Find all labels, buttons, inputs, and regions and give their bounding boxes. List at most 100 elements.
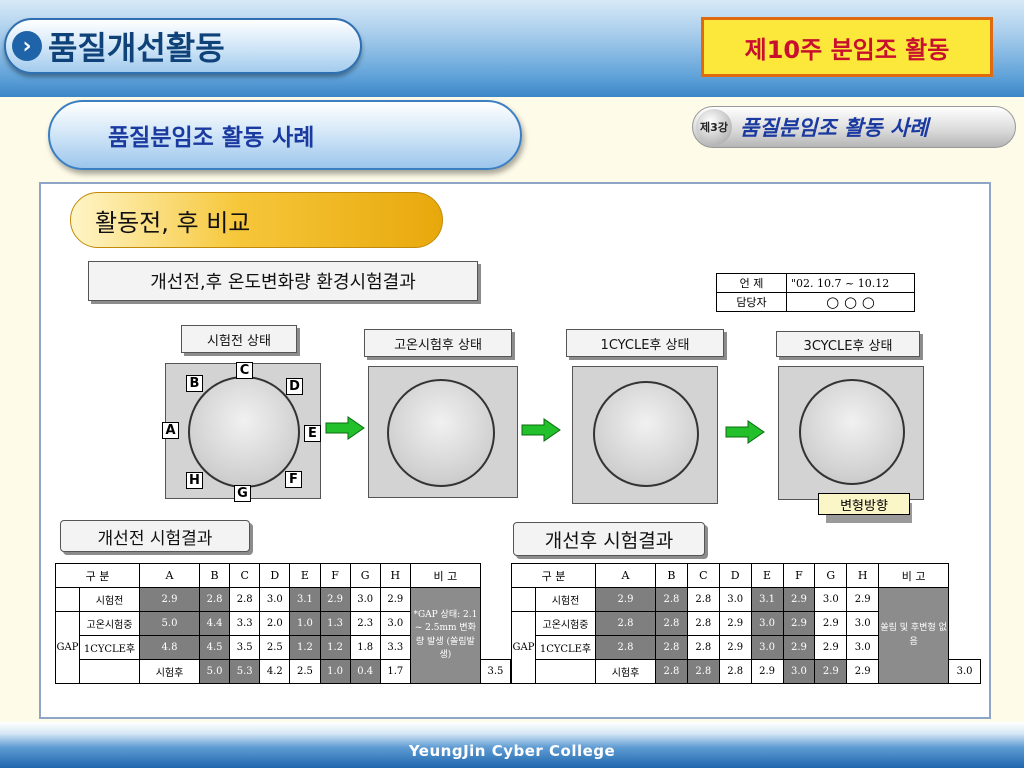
before-results-title: 개선전 시험결과 <box>60 520 250 552</box>
value-cell: 2.8 <box>595 611 656 636</box>
value-cell: 3.3 <box>379 635 411 660</box>
value-cell: 3.0 <box>948 659 981 684</box>
row-label: 시험후 <box>595 659 656 684</box>
value-cell: 3.0 <box>846 611 880 636</box>
value-cell: 2.9 <box>718 611 752 636</box>
section-title: 활동전, 후 비교 <box>95 208 251 237</box>
subheader-title: 품질분임조 활동 사례 <box>108 125 315 151</box>
point-tag-h: H <box>186 472 203 489</box>
header-cell: E <box>750 563 784 588</box>
value-cell: 2.9 <box>814 659 848 684</box>
empty-cell <box>535 659 596 684</box>
header-cell: A <box>139 563 200 588</box>
group-label: GAP <box>55 611 80 684</box>
value-cell: 3.0 <box>349 587 381 612</box>
value-cell: 2.8 <box>686 587 720 612</box>
value-cell: 3.1 <box>750 587 784 612</box>
row-label: 1CYCLE후 <box>535 635 596 660</box>
header-cell: D <box>259 563 291 588</box>
value-cell: 1.0 <box>319 659 351 684</box>
empty-cell <box>79 659 140 684</box>
week-label: 제10주 분임조 활동 <box>701 17 993 77</box>
value-cell: 3.1 <box>289 587 321 612</box>
value-cell: 1.2 <box>289 635 321 660</box>
header-cell: D <box>718 563 752 588</box>
arrow-right-icon <box>325 416 365 440</box>
header-cell: G <box>349 563 381 588</box>
gauge-circle <box>387 379 495 487</box>
arrow-right-icon <box>725 420 765 444</box>
value-cell: 2.0 <box>259 611 291 636</box>
gauge-circle <box>188 376 300 488</box>
value-cell: 3.0 <box>846 635 880 660</box>
header-cell: C <box>229 563 261 588</box>
lecture-number: 제3강 <box>696 109 732 145</box>
row-label: 시험전 <box>535 587 596 612</box>
value-cell: 2.9 <box>846 587 880 612</box>
lecture-title: 품질분임조 활동 사례 <box>740 116 929 140</box>
empty-cell <box>511 587 536 612</box>
point-tag-f: F <box>285 471 302 488</box>
stage-label-2: 고온시험후 상태 <box>364 329 512 357</box>
value-cell: 4.2 <box>259 659 291 684</box>
row-label: 시험후 <box>139 659 200 684</box>
row-label: 고온시험중 <box>79 611 140 636</box>
header-cell: A <box>595 563 656 588</box>
group-label: GAP <box>511 611 536 684</box>
date-label: 언 제 <box>716 273 787 293</box>
before-results-table: 구 분ABCDEFGH비 고 시험전 2.9 2.8 2.8 3.0 3.1 2.9 3.0 2.… <box>55 563 512 684</box>
gauge-circle <box>593 381 699 487</box>
header-cell: H <box>379 563 411 588</box>
value-cell: 0.4 <box>349 659 381 684</box>
stage-label-3: 1CYCLE후 상태 <box>566 329 724 357</box>
value-cell: 1.8 <box>349 635 381 660</box>
value-cell: 3.0 <box>750 635 784 660</box>
college-name: YeungJin Cyber College <box>408 742 616 760</box>
value-cell: 4.8 <box>139 635 200 660</box>
value-cell: 3.0 <box>379 611 411 636</box>
value-cell: 1.2 <box>319 635 351 660</box>
value-cell: 1.3 <box>319 611 351 636</box>
value-cell: 5.3 <box>229 659 261 684</box>
header-cell: F <box>782 563 816 588</box>
header-cell: 구 분 <box>511 563 596 588</box>
stage-label-1: 시험전 상태 <box>181 325 297 353</box>
header-cell: 비 고 <box>878 563 950 588</box>
value-cell: 3.3 <box>229 611 261 636</box>
stage-label-4: 3CYCLE후 상태 <box>776 331 920 357</box>
header-cell: 비 고 <box>409 563 481 588</box>
photo-1cycle <box>572 366 718 504</box>
person-value: ○ ○ ○ <box>786 292 915 312</box>
person-label: 담당자 <box>716 292 787 312</box>
value-cell: 2.8 <box>198 587 231 612</box>
value-cell: 2.9 <box>846 659 880 684</box>
table-row: 시험전 2.9 2.8 2.8 3.0 3.1 2.9 3.0 2.9 *GAP 상태: 2.1 … <box>55 587 511 684</box>
point-tag-d: D <box>286 378 303 395</box>
gauge-circle <box>799 379 905 485</box>
header-cell: B <box>198 563 231 588</box>
header-cell: 구 분 <box>55 563 140 588</box>
value-cell: 2.9 <box>782 587 816 612</box>
page-title: 품질개선활동 <box>48 29 225 67</box>
note-cell: *GAP 상태: 2.1 ~ 2.5mm 변화량 발생 (쏠림발생) <box>409 587 481 684</box>
header-cell: F <box>319 563 351 588</box>
value-cell: 2.5 <box>259 635 291 660</box>
value-cell: 2.9 <box>782 635 816 660</box>
row-label: 고온시험중 <box>535 611 596 636</box>
value-cell: 2.8 <box>655 659 688 684</box>
empty-cell <box>55 587 80 612</box>
value-cell: 2.9 <box>782 611 816 636</box>
header-cell: H <box>846 563 880 588</box>
lecture-badge: 제3강 품질분임조 활동 사례 <box>692 106 1016 148</box>
after-results-title: 개선후 시험결과 <box>513 522 705 556</box>
header-cell: E <box>289 563 321 588</box>
value-cell: 3.0 <box>259 587 291 612</box>
point-tag-e: E <box>304 425 321 442</box>
value-cell: 2.8 <box>655 587 688 612</box>
after-results-table: 구 분ABCDEFGH비 고 시험전 2.9 2.8 2.8 3.0 3.1 2.9 3.0 2.… <box>511 563 981 684</box>
value-cell: 1.7 <box>379 659 411 684</box>
deform-direction-label: 변형방향 <box>818 493 910 515</box>
date-value: "02. 10.7 ~ 10.12 <box>786 273 915 293</box>
value-cell: 1.0 <box>289 611 321 636</box>
value-cell: 2.9 <box>379 587 411 612</box>
